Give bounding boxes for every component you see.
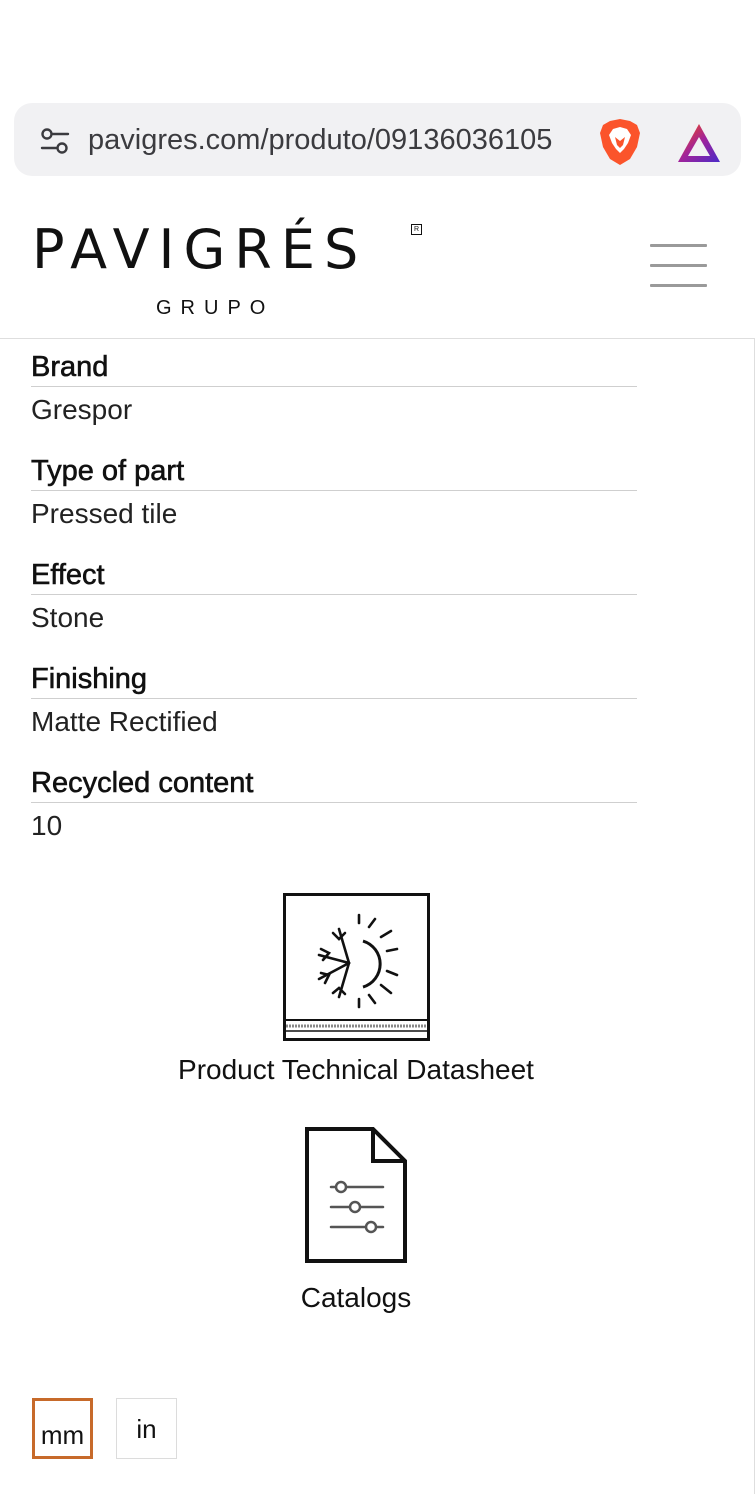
brave-shield-icon[interactable] xyxy=(597,117,643,167)
spec-effect: Effect Stone xyxy=(31,558,637,635)
url-bar[interactable]: pavigres.com/produto/09136036105 xyxy=(14,103,741,176)
spec-type-of-part: Type of part Pressed tile xyxy=(31,454,637,531)
spec-label: Finishing xyxy=(31,662,637,699)
spec-finishing: Finishing Matte Rectified xyxy=(31,662,637,739)
spec-value: Pressed tile xyxy=(31,498,178,529)
logo-subtext: GRUPO xyxy=(156,297,275,319)
url-text[interactable]: pavigres.com/produto/09136036105 xyxy=(88,123,593,157)
spec-value: Grespor xyxy=(31,394,133,425)
tune-icon[interactable] xyxy=(40,127,70,155)
spec-label: Type of part xyxy=(31,454,637,491)
registered-mark: R xyxy=(411,224,422,235)
page: pavigres.com/produto/09136036105 PAVIGRÉ… xyxy=(0,0,756,1494)
spec-value: Stone xyxy=(31,602,105,633)
frost-resistant-icon xyxy=(283,893,430,1041)
brave-rewards-icon[interactable] xyxy=(676,122,722,164)
pavigres-logo[interactable]: PAVIGRÉS R GRUPO xyxy=(28,210,428,320)
spec-brand: Brand Grespor xyxy=(31,350,637,427)
datasheet-label[interactable]: Product Technical Datasheet xyxy=(156,1053,556,1087)
logo-wordmark: PAVIGRÉS xyxy=(32,218,368,281)
unit-mm-button[interactable]: mm xyxy=(32,1398,93,1459)
hamburger-menu-icon[interactable] xyxy=(650,244,707,288)
unit-in-button[interactable]: in xyxy=(116,1398,177,1459)
spec-recycled-content: Recycled content 10 xyxy=(31,766,637,843)
spec-label: Recycled content xyxy=(31,766,637,803)
spec-value: 10 xyxy=(31,810,63,841)
spec-value: Matte Rectified xyxy=(31,706,218,737)
document-sliders-icon xyxy=(305,1127,407,1263)
spec-label: Effect xyxy=(31,558,637,595)
spec-label: Brand xyxy=(31,350,637,387)
catalogs-label[interactable]: Catalogs xyxy=(256,1281,456,1315)
